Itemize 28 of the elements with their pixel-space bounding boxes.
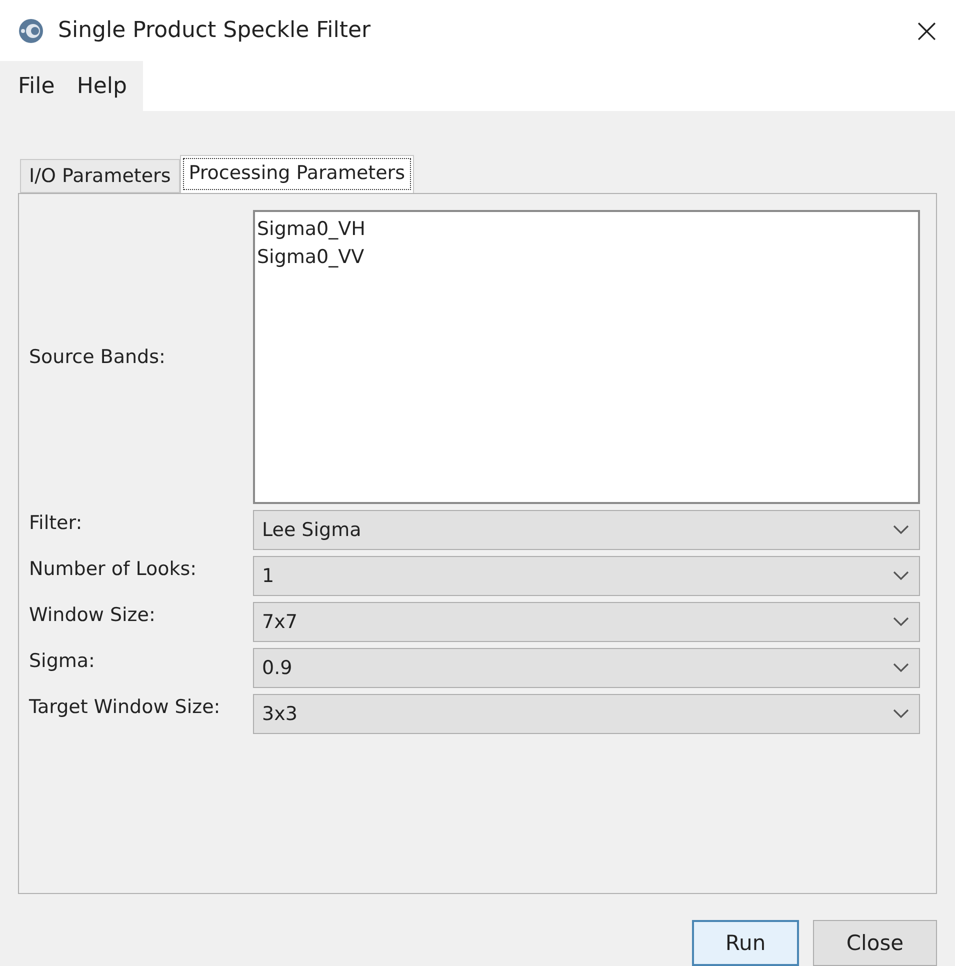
close-button[interactable]: × [912,14,941,48]
tab[interactable]: I/O Parameters [20,159,180,193]
menu-item[interactable]: Help [76,74,127,99]
dropdown[interactable]: 7x7 [253,602,920,642]
field-label: Number of Looks: [29,557,198,580]
chevron-down-icon [893,709,909,719]
window-title: Single Product Speckle Filter [58,18,372,44]
dialog-button[interactable]: Run [692,920,799,966]
chevron-down-icon [893,525,909,535]
chevron-down-icon [893,663,909,673]
field-label: Target Window Size: [29,695,222,718]
field-label: Window Size: [29,603,156,626]
chevron-down-icon [893,571,909,581]
list-item[interactable]: Sigma0_VV [257,246,916,268]
field-label: Sigma: [29,649,96,672]
field-label: Source Bands: [29,346,166,368]
menu-item[interactable]: File [18,74,55,99]
field-label: Filter: [29,511,84,534]
dropdown[interactable]: 1 [253,556,920,596]
dropdown[interactable]: 0.9 [253,648,920,688]
dialog-button[interactable]: Close [813,920,937,966]
app-logo-icon [18,18,44,44]
chevron-down-icon [893,617,909,627]
dropdown[interactable]: 3x3 [253,694,920,734]
tab[interactable]: Processing Parameters [180,155,414,193]
dropdown[interactable]: Lee Sigma [253,510,920,550]
band-list[interactable]: Sigma0_VH Sigma0_VV [253,210,920,504]
list-item[interactable]: Sigma0_VH [257,218,916,240]
